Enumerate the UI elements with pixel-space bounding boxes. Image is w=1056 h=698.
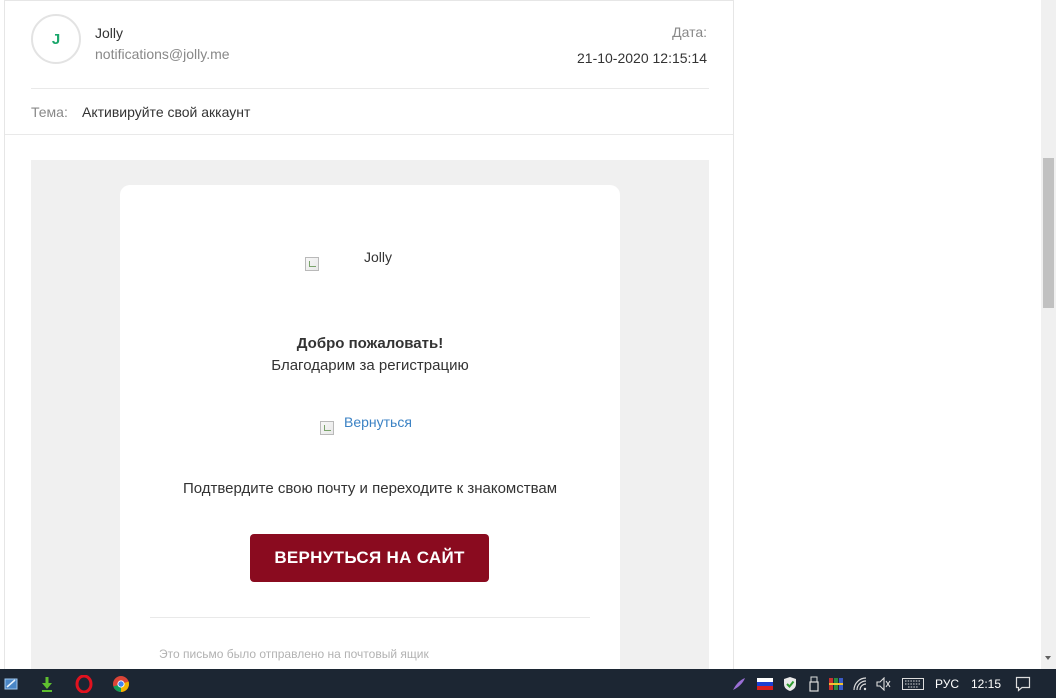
scrollbar-thumb[interactable] [1043,158,1054,308]
subject-value: Активируйте свой аккаунт [82,104,251,120]
header-divider [31,88,709,89]
date-value: 21-10-2020 12:15:14 [577,50,707,66]
taskbar: РУС 12:15 [0,669,1056,698]
date-label: Дата: [672,24,707,40]
mail-view-pane: J Jolly notifications@jolly.me Дата: 21-… [4,0,734,669]
winrar-icon[interactable] [828,676,844,692]
wifi-icon[interactable] [853,676,869,692]
keyboard-icon[interactable] [901,676,925,692]
notification-center-icon[interactable] [1015,676,1031,692]
russian-flag-icon[interactable] [757,676,773,692]
chrome-icon[interactable] [111,674,131,694]
usb-device-icon[interactable] [806,676,822,692]
subject-label: Тема: [31,104,68,120]
welcome-title: Добро пожаловать! [296,335,444,352]
logo-alt-text: Jolly [364,249,393,265]
broken-image-icon [320,421,334,435]
return-to-site-button[interactable]: ВЕРНУТЬСЯ НА САЙТ [250,534,489,582]
sender-email[interactable]: notifications@jolly.me [95,46,230,62]
security-shield-icon[interactable] [782,676,798,692]
input-language-indicator[interactable]: РУС [935,677,959,691]
confirm-text: Подтвердите свою почту и переходите к зн… [182,480,558,497]
window-icon[interactable] [2,674,22,694]
return-link-image[interactable]: Вернуться [344,414,412,430]
footer-text: Это письмо было отправлено на почтовый я… [159,647,429,661]
download-icon[interactable] [37,674,57,694]
vertical-scrollbar[interactable] [1041,0,1056,669]
taskbar-clock[interactable]: 12:15 [971,677,1001,691]
footer-divider [150,617,590,618]
scroll-down-arrow-icon[interactable] [1045,656,1051,660]
avatar-letter: J [51,30,61,48]
screen: J Jolly notifications@jolly.me Дата: 21-… [0,0,1056,698]
volume-icon[interactable] [876,676,892,692]
broken-image-icon [305,257,319,271]
sender-name: Jolly [95,25,124,41]
email-card: Jolly Добро пожаловать! Благодарим за ре… [120,185,620,669]
right-empty-panel [735,0,1041,669]
welcome-subtitle: Благодарим за регистрацию [271,357,469,374]
body-divider [5,134,733,135]
email-body-background: Jolly Добро пожаловать! Благодарим за ре… [31,160,709,669]
opera-icon[interactable] [74,674,94,694]
feather-pen-icon[interactable] [731,676,747,692]
sender-avatar: J [31,14,81,64]
